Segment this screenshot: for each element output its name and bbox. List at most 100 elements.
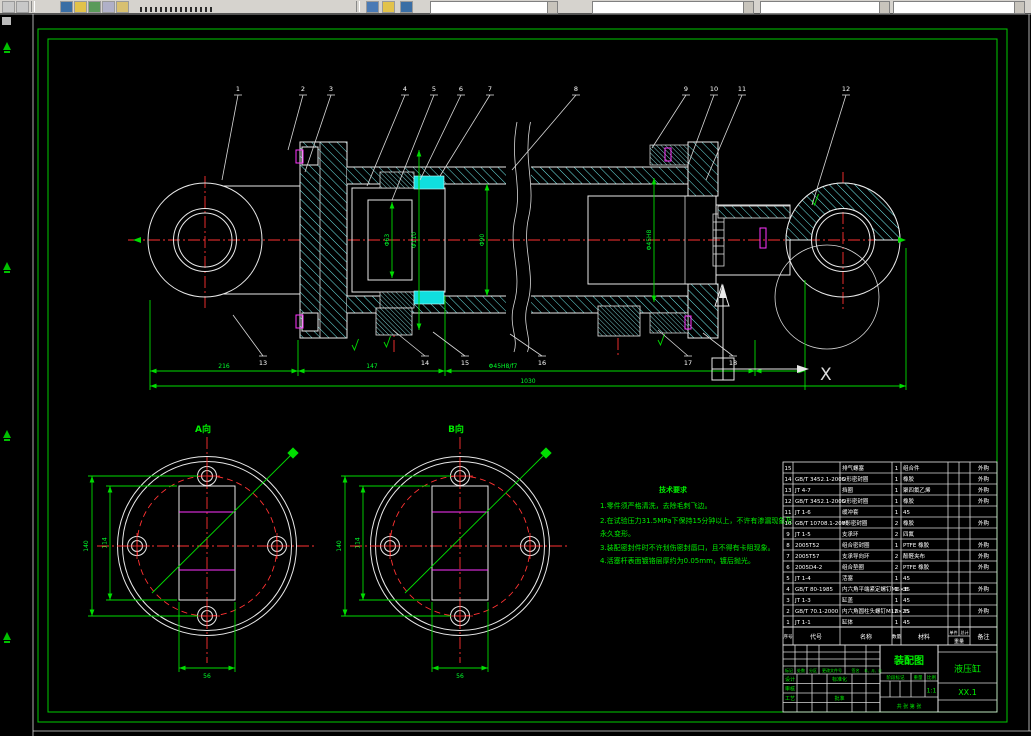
callout-number: 12 — [842, 85, 850, 93]
chevron-down-icon[interactable] — [743, 2, 753, 13]
callout-number: 13 — [259, 359, 267, 367]
svg-text:年、月、日: 年、月、日 — [864, 668, 882, 673]
layer-combo[interactable] — [430, 1, 558, 14]
dim-text: 56 — [203, 673, 211, 680]
dim-text: Φ110 — [411, 232, 418, 248]
diamond-icon[interactable] — [366, 1, 379, 13]
break-lines — [511, 121, 532, 353]
bom-cell: 支承环 — [842, 530, 859, 538]
bom-cell: 35 — [903, 587, 910, 593]
bom-cell: 外购 — [978, 607, 990, 615]
dim-text: Φ63 — [384, 234, 391, 247]
svg-text:标准化: 标准化 — [832, 676, 847, 683]
bom-cell: 2005D4-2 — [795, 565, 822, 571]
flange-view-b — [336, 437, 570, 680]
pin-seal — [759, 227, 767, 249]
bom-cell: 12 — [785, 499, 792, 505]
callout-number: 11 — [738, 85, 746, 93]
tech-req-line: 2.在试验压力31.5MPa下保持15分钟以上，不许有渗漏现象及 — [600, 516, 792, 525]
bom-header-weight: 重量 — [954, 638, 964, 645]
paperspace-border — [0, 13, 1031, 736]
bom-cell: JT 1-5 — [794, 532, 811, 538]
bom-cell: 11 — [785, 510, 792, 516]
bom-cell: 7 — [786, 554, 790, 560]
bom-cell: 8 — [786, 543, 790, 549]
rear-cap — [295, 141, 348, 339]
bom-cell: 45 — [903, 598, 910, 604]
bom-cell: 1 — [786, 620, 790, 626]
bom-cell: JT 1-4 — [794, 576, 811, 582]
bom-cell: 组合密封圈 — [842, 541, 870, 549]
bom-cell: GB/T 70.1-2000 — [795, 609, 839, 615]
bom-cell: 6 — [786, 565, 790, 571]
sheet-count: 共 张 第 张 — [897, 703, 922, 710]
bom-cell: 外购 — [978, 475, 990, 483]
dim-text: Φ45H8/f7 — [489, 363, 518, 370]
app-icon[interactable] — [2, 1, 15, 13]
osnap-icon[interactable] — [400, 1, 413, 13]
chevron-down-icon[interactable] — [1014, 2, 1024, 13]
dim-text: 216 — [218, 363, 230, 370]
bom-cell: 5 — [786, 576, 790, 582]
tech-req-line: 永久变形。 — [600, 529, 635, 538]
star-icon[interactable] — [382, 1, 395, 13]
svg-text:处数: 处数 — [797, 667, 805, 673]
top-toolbar — [0, 0, 1031, 14]
bom-cell: O形密封圈 — [842, 475, 869, 483]
bom-cell: 45 — [903, 576, 910, 582]
style-icon[interactable] — [88, 1, 101, 13]
doc-icon[interactable] — [16, 1, 29, 13]
svg-text:分区: 分区 — [809, 667, 817, 673]
callout-number: 17 — [684, 359, 692, 367]
block-icon[interactable] — [102, 1, 115, 13]
callout-number: 4 — [403, 85, 407, 93]
bom-cell: 外购 — [978, 552, 990, 560]
bom-cell: 2005T57 — [795, 554, 820, 560]
tech-req-line: 3.装配密封件时不许划伤密封唇口，且不得有卡阻现象。 — [600, 543, 775, 552]
flange-view-a: 140 114 56 — [83, 437, 317, 680]
bom-cell: 四氟 — [903, 530, 915, 538]
bom-cell: 外购 — [978, 541, 990, 549]
callout-number: 2 — [301, 85, 305, 93]
props-icon[interactable] — [116, 1, 129, 13]
svg-text:设计: 设计 — [785, 676, 795, 683]
callout-number: 5 — [432, 85, 436, 93]
dim-text: 140 — [83, 540, 90, 552]
view-b-label: B向 — [448, 423, 464, 435]
chevron-down-icon[interactable] — [879, 2, 889, 13]
bom-cell: 组合垫圈 — [842, 563, 865, 571]
color-combo[interactable] — [592, 1, 754, 14]
bom-cell: 1 — [895, 466, 899, 472]
bom-header-qty: 数量 — [892, 633, 901, 640]
toolbar-separator — [31, 1, 35, 12]
bom-cell: 2 — [895, 521, 899, 527]
bom-cell: 10 — [785, 521, 792, 527]
bom-cell: 外购 — [978, 464, 990, 472]
bom-cell: 外购 — [978, 486, 990, 494]
linetype-combo[interactable] — [760, 1, 890, 14]
dim-text: 147 — [366, 363, 378, 370]
svg-text:重量: 重量 — [914, 674, 923, 681]
bom-header-unit: 单件 — [950, 629, 958, 635]
bom-cell: 缸盖 — [842, 596, 854, 604]
bom-cell: 1 — [895, 543, 899, 549]
bom-rows: 15 排气螺塞 1 组合件 外购14 GB/T 3452.1-2005O形密封圈 1 橡胶 外购… — [782, 461, 998, 628]
rod-eye — [774, 182, 901, 350]
layer-icon[interactable] — [74, 1, 87, 13]
lineweight-combo[interactable] — [893, 1, 1025, 14]
bom-cell: 支承导向环 — [842, 552, 870, 560]
bom-header-material: 材料 — [918, 633, 930, 641]
annotate-icon[interactable] — [60, 1, 73, 13]
bom-cell: Y形密封圈 — [841, 519, 868, 527]
technical-requirements: 技术要求 1.零件须严格清洗，去除毛刺飞边。 2.在试验压力31.5MPa下保持… — [600, 485, 792, 565]
bom-cell: 2 — [786, 609, 790, 615]
bom-cell: GB/T 3452.1-2005 — [795, 477, 846, 483]
chevron-down-icon[interactable] — [547, 2, 557, 13]
bom-cell: JT 1-1 — [794, 620, 811, 626]
bom-cell: 1 — [895, 488, 899, 494]
cylinder-assembly-view: Φ63 Φ110 Φ90 Φ45H8 216 147 Φ45H8/f7 1030… — [128, 85, 907, 390]
bom-cell: 45 — [903, 620, 910, 626]
bom-cell: 35 — [903, 609, 910, 615]
layout-corner-icon — [2, 17, 11, 25]
axis-x-label: X — [820, 365, 832, 385]
